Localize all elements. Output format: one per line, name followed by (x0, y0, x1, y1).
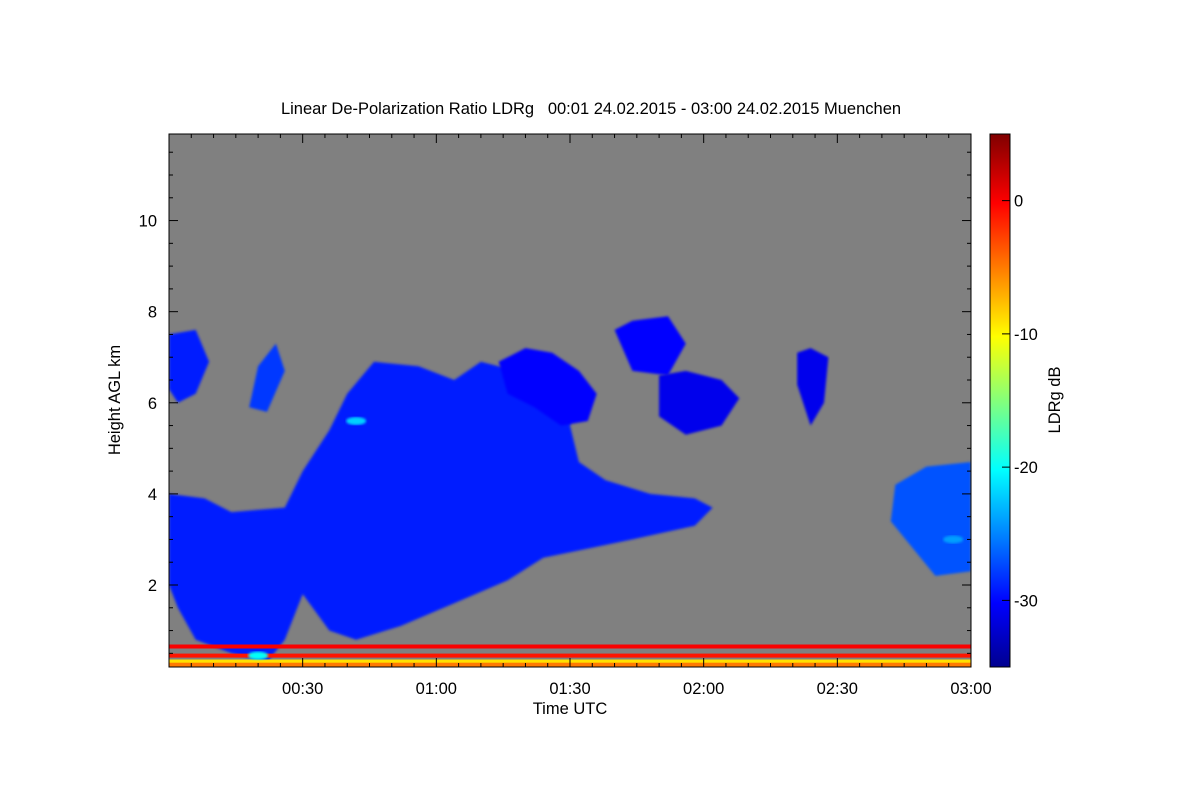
y-tick-label: 4 (148, 486, 157, 504)
colorbar-tick-label: -30 (1014, 592, 1038, 610)
bright-spot-1 (248, 651, 269, 660)
ldr-heatmap-chart: Linear De-Polarization Ratio LDRg 00:01 … (106, 100, 1064, 718)
x-tick-label: 01:00 (416, 680, 457, 698)
x-tick-label: 02:30 (817, 680, 858, 698)
colorbar-tick-label: -10 (1014, 326, 1038, 344)
x-axis-label: Time UTC (533, 700, 608, 718)
colorbar-label: LDRg dB (1046, 367, 1064, 434)
chart-title: Linear De-Polarization Ratio LDRg 00:01 … (281, 100, 901, 118)
x-tick-label: 00:30 (282, 680, 323, 698)
x-tick-label: 01:30 (549, 680, 590, 698)
y-tick-label: 8 (148, 304, 157, 322)
colorbar-tick-label: -20 (1014, 459, 1038, 477)
bright-spot-0 (346, 417, 367, 425)
colorbar (989, 133, 1011, 668)
x-tick-label: 02:00 (683, 680, 724, 698)
y-tick-label: 6 (148, 395, 157, 413)
y-axis-label: Height AGL km (106, 345, 124, 455)
y-tick-label: 10 (139, 213, 157, 231)
colorbar-tick-label: 0 (1014, 193, 1023, 211)
ground-layer-1 (169, 653, 971, 658)
chart-figure: Linear De-Polarization Ratio LDRg 00:01 … (0, 0, 1200, 800)
bright-spot-2 (943, 535, 964, 544)
y-tick-label: 2 (148, 577, 157, 595)
x-tick-label: 03:00 (950, 680, 991, 698)
ground-layer-0 (169, 644, 971, 649)
